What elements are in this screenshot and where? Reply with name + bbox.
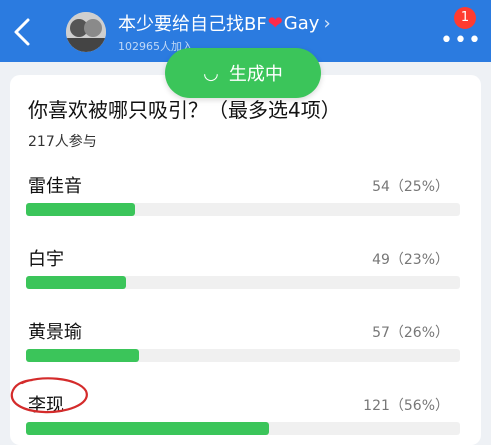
ellipsis-icon: ••• (440, 28, 482, 53)
poll-option-bar[interactable] (26, 276, 460, 289)
poll-option-name[interactable]: 黄景瑜 (28, 318, 82, 344)
chevron-left-icon (14, 18, 30, 46)
chevron-right-icon: › (323, 12, 331, 34)
participant-count: 217人参与 (28, 134, 97, 150)
notification-badge: 1 (454, 7, 476, 29)
poll-question: 你喜欢被哪只吸引？（最多选4项） (28, 98, 341, 122)
back-button[interactable] (8, 14, 38, 50)
poll-option-count: 49（23%） (372, 252, 449, 268)
more-button[interactable]: ••• (440, 28, 482, 53)
poll-option-count: 57（26%） (372, 325, 449, 341)
poll-option-bar[interactable] (26, 349, 460, 362)
smile-icon: ◡ (203, 62, 219, 84)
poll-option-bar[interactable] (26, 203, 460, 216)
poll-option-name[interactable]: 白宇 (28, 245, 64, 271)
red-heart-icon: ❤ (267, 12, 283, 34)
group-title-suffix: Gay (283, 12, 320, 34)
poll-option-bar-fill (26, 203, 135, 216)
status-label: 生成中 (228, 64, 283, 85)
generating-status-pill: ◡ 生成中 (165, 48, 321, 98)
poll-option-name[interactable]: 雷佳音 (28, 172, 82, 198)
poll-option-count: 121（56%） (363, 398, 449, 414)
poll-option-bar-fill (26, 276, 126, 289)
poll-option-count: 54（25%） (372, 179, 449, 195)
group-title-text: 本少要给自己找BF (118, 14, 267, 35)
poll-option-bar-fill (26, 349, 139, 362)
group-avatar[interactable] (66, 12, 106, 52)
red-circle-annotation (10, 377, 88, 414)
group-title[interactable]: 本少要给自己找BF ❤ Gay › (118, 10, 331, 36)
